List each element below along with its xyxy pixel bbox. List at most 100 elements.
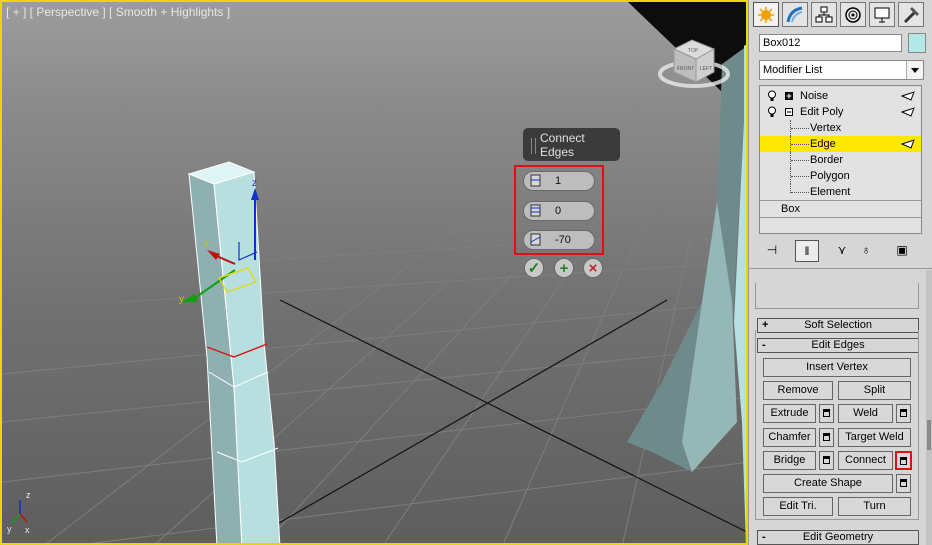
selected-box-column[interactable] — [187, 161, 281, 545]
show-end-result-icon[interactable] — [901, 139, 915, 149]
make-unique-button[interactable]: ⋎ — [831, 240, 853, 260]
trash-icon: ♁ — [861, 243, 871, 257]
soft-selection-rollout-header[interactable]: + Soft Selection — [757, 318, 919, 333]
stack-item-label: Box — [781, 203, 800, 215]
caddy-title: Connect Edges — [540, 131, 585, 159]
insert-vertex-button[interactable]: Insert Vertex — [763, 358, 911, 377]
stack-subitem-vertex[interactable]: Vertex — [760, 120, 921, 136]
stack-subitem-border[interactable]: Border — [760, 152, 921, 168]
tab-utilities[interactable] — [898, 2, 924, 27]
caddy-grip[interactable] — [531, 138, 536, 154]
object-name-field[interactable]: Box012 — [759, 34, 902, 52]
chamfer-button[interactable]: Chamfer — [763, 428, 816, 447]
lightbulb-icon[interactable] — [767, 90, 777, 102]
create-icon — [758, 6, 774, 23]
connect-edges-caddy[interactable]: Connect Edges — [523, 128, 620, 161]
rollout-title: Edit Geometry — [802, 531, 874, 543]
show-end-result-icon[interactable] — [901, 91, 915, 101]
create-shape-settings-button[interactable] — [896, 474, 911, 493]
stack-item-label: Noise — [800, 90, 829, 102]
home-grid — [2, 209, 746, 543]
show-end-result-icon[interactable] — [901, 107, 915, 117]
panel-scrollbar[interactable] — [926, 270, 932, 545]
stack-item-label: Polygon — [810, 170, 850, 182]
gizmo-y-label: y — [179, 294, 184, 305]
stack-subitem-polygon[interactable]: Polygon — [760, 168, 921, 184]
stack-item-edit-poly[interactable]: − Edit Poly — [760, 104, 921, 120]
stack-item-label: Edge — [810, 138, 836, 150]
modifier-stack[interactable]: + Noise − Edit Poly Vertex Edge Border P… — [759, 85, 922, 234]
motion-icon — [845, 6, 861, 23]
chevron-down-icon[interactable] — [906, 61, 923, 79]
extrude-settings-button[interactable] — [819, 404, 834, 423]
slide-spinner[interactable]: -70 — [523, 230, 595, 250]
object-color-swatch[interactable] — [908, 33, 926, 53]
modifier-list-dropdown[interactable]: Modifier List — [759, 60, 924, 80]
split-button[interactable]: Split — [838, 381, 911, 400]
lightbulb-icon[interactable] — [767, 106, 777, 118]
configure-sets-button[interactable]: ▣ — [891, 240, 913, 260]
pin-icon: ⊣ — [766, 243, 778, 257]
rollout-title: Soft Selection — [804, 319, 872, 331]
stack-item-box[interactable]: Box — [760, 201, 921, 217]
slide-icon — [530, 233, 541, 246]
stack-item-label: Border — [810, 154, 844, 166]
tab-display[interactable] — [869, 2, 895, 27]
edit-edges-rollout-header[interactable]: - Edit Edges — [757, 338, 919, 353]
twisted-column-object[interactable] — [627, 2, 748, 545]
divider — [749, 268, 932, 269]
edit-geometry-rollout-header[interactable]: - Edit Geometry — [757, 530, 919, 545]
gizmo-x-label: x — [204, 238, 209, 249]
create-shape-button[interactable]: Create Shape — [763, 474, 893, 493]
tab-hierarchy[interactable] — [811, 2, 837, 27]
stack-subitem-edge[interactable]: Edge — [760, 136, 921, 152]
chamfer-settings-button[interactable] — [819, 428, 834, 447]
stack-subitem-element[interactable]: Element — [760, 184, 921, 200]
selection-rollout-tail — [755, 283, 919, 309]
extrude-button[interactable]: Extrude — [763, 404, 816, 423]
utilities-icon — [903, 6, 919, 23]
tab-modify[interactable] — [782, 2, 808, 27]
slide-value[interactable]: -70 — [555, 234, 571, 246]
x-icon: × — [588, 259, 598, 277]
tab-create[interactable] — [753, 2, 779, 27]
bridge-button[interactable]: Bridge — [763, 451, 816, 470]
segments-value[interactable]: 1 — [555, 175, 561, 187]
show-end-result-button[interactable]: ‖ — [795, 240, 819, 262]
target-weld-button[interactable]: Target Weld — [838, 428, 911, 447]
stack-item-noise[interactable]: + Noise — [760, 88, 921, 104]
pinch-value[interactable]: 0 — [555, 205, 561, 217]
weld-settings-button[interactable] — [896, 404, 911, 423]
turn-button[interactable]: Turn — [838, 497, 911, 516]
tab-motion[interactable] — [840, 2, 866, 27]
scene-canvas[interactable]: z x y TOP FRONT LEFT z y x — [2, 2, 748, 545]
remove-modifier-button[interactable]: ♁ — [855, 240, 877, 260]
collapse-minus-icon: - — [762, 339, 766, 351]
checkmark-icon: ✓ — [527, 259, 541, 277]
connect-settings-button[interactable] — [895, 451, 912, 470]
perspective-viewport[interactable]: z x y TOP FRONT LEFT z y x [ + ] [ Persp… — [0, 0, 748, 545]
collapse-minus-icon[interactable]: − — [785, 108, 793, 117]
caddy-apply-button[interactable]: + — [554, 258, 574, 278]
pinch-spinner[interactable]: 0 — [523, 201, 595, 221]
bridge-settings-button[interactable] — [819, 451, 834, 470]
scrollbar-thumb[interactable] — [927, 420, 931, 450]
caddy-cancel-button[interactable]: × — [583, 258, 603, 278]
segments-spinner[interactable]: 1 — [523, 171, 595, 191]
expand-plus-icon[interactable]: + — [785, 92, 793, 101]
remove-button[interactable]: Remove — [763, 381, 833, 400]
hierarchy-icon — [815, 6, 833, 22]
rollout-title: Edit Edges — [811, 339, 865, 351]
weld-button[interactable]: Weld — [838, 404, 893, 423]
modify-icon — [786, 6, 803, 22]
viewcube-front-label: FRONT — [677, 66, 694, 72]
gizmo-z-label: z — [252, 178, 257, 189]
pinch-icon — [530, 204, 541, 217]
viewport-label-menu[interactable]: [ + ] [ Perspective ] [ Smooth + Highlig… — [6, 5, 230, 19]
caddy-ok-button[interactable]: ✓ — [524, 258, 544, 278]
command-panel: Box012 Modifier List + Noise − Edit Poly… — [748, 0, 932, 545]
pin-stack-button[interactable]: ⊣ — [761, 240, 783, 260]
edit-tri-button[interactable]: Edit Tri. — [763, 497, 833, 516]
show-end-result-icon: ‖ — [804, 244, 810, 258]
connect-button[interactable]: Connect — [838, 451, 893, 470]
